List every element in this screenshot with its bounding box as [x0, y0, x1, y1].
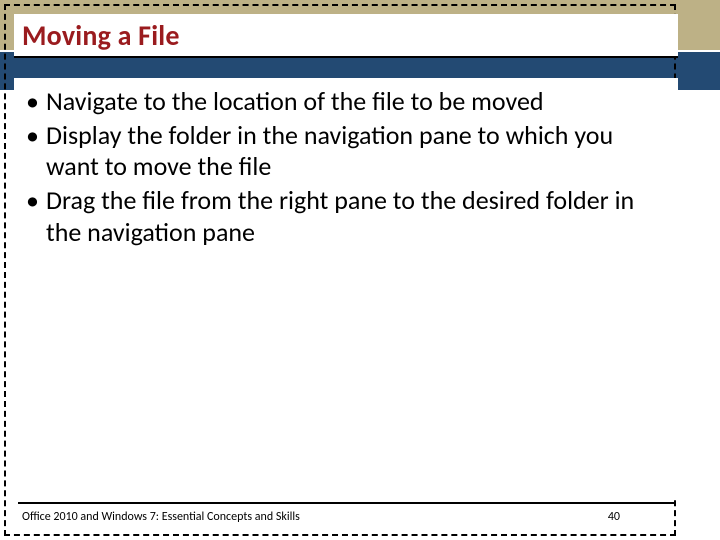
dashed-frame: Moving a File Navigate to the location o… — [4, 4, 676, 536]
bullet-list: Navigate to the location of the file to … — [24, 86, 664, 251]
bullet-text: Display the folder in the navigation pan… — [46, 119, 613, 183]
footer-rule — [18, 502, 674, 504]
slide: Moving a File Navigate to the location o… — [0, 0, 720, 540]
bullet-item: Display the folder in the navigation pan… — [24, 120, 664, 183]
footer-text: Office 2010 and Windows 7: Essential Con… — [22, 510, 300, 524]
title-box: Moving a File — [14, 14, 678, 58]
bullet-text: Drag the file from the right pane to the… — [46, 184, 634, 248]
slide-title: Moving a File — [22, 18, 180, 53]
bullet-item: Drag the file from the right pane to the… — [24, 185, 664, 248]
bullet-text: Navigate to the location of the file to … — [46, 85, 544, 117]
bullet-item: Navigate to the location of the file to … — [24, 86, 664, 118]
page-number: 40 — [608, 510, 620, 524]
